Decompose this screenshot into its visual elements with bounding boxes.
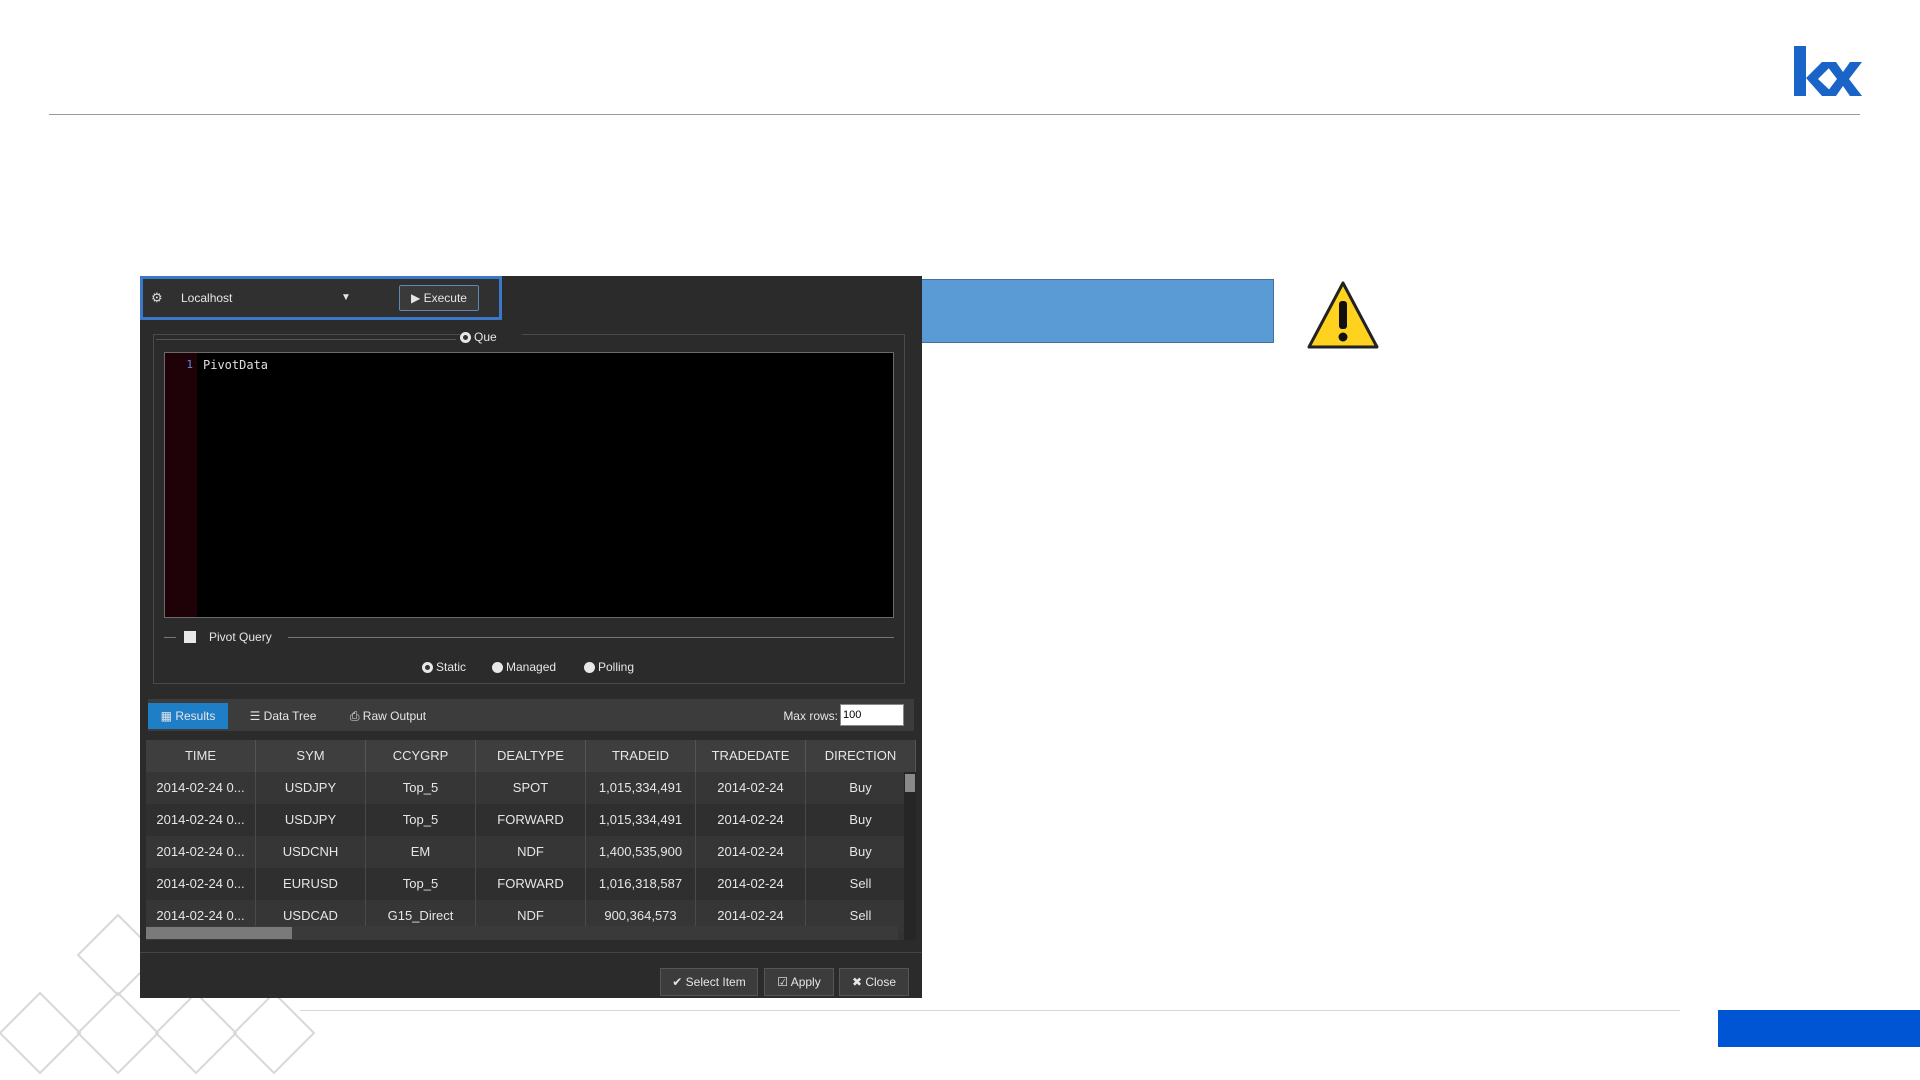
vertical-scrollbar[interactable]	[904, 772, 916, 940]
tab-raw-output[interactable]: ⎙ Raw Output	[338, 703, 438, 729]
editor-gutter: 1	[165, 353, 197, 617]
footer-divider	[300, 1010, 1680, 1011]
results-grid: TIME SYM CCYGRP DEALTYPE TRADEID TRADEDATE DIR…	[146, 740, 916, 940]
vertical-scroll-thumb[interactable]	[905, 774, 915, 792]
mode-polling-label: Polling	[598, 660, 635, 674]
connection-toolbar: ⚙ Localhost ▼ ▶ Execute	[140, 276, 502, 320]
radio-icon	[460, 332, 471, 343]
column-header[interactable]: DIRECTION	[806, 740, 916, 772]
line-number: 1	[186, 358, 193, 371]
apply-button[interactable]: ☑ Apply	[764, 968, 834, 996]
table-cell[interactable]: 2014-02-24 0...	[146, 772, 256, 804]
table-cell[interactable]: 1,016,318,587	[586, 868, 696, 900]
query-panel-rule	[156, 339, 456, 340]
table-cell[interactable]: Top_5	[366, 868, 476, 900]
code-line[interactable]: PivotData	[203, 358, 803, 372]
radio-icon	[492, 662, 503, 673]
query-radio-label: Que	[474, 330, 497, 344]
table-cell[interactable]: USDCNH	[256, 836, 366, 868]
table-cell[interactable]: Sell	[806, 868, 916, 900]
close-button[interactable]: ✖ Close	[839, 968, 909, 996]
result-tabs-bar: ▦ Results ☰ Data Tree ⎙ Raw Output Max r…	[148, 699, 914, 731]
table-cell[interactable]: 2014-02-24	[696, 836, 806, 868]
table-cell[interactable]: 1,015,334,491	[586, 804, 696, 836]
code-editor[interactable]: 1 PivotData	[164, 352, 894, 618]
table-cell[interactable]: FORWARD	[476, 868, 586, 900]
pivot-query-checkbox[interactable]	[184, 631, 196, 643]
table-cell[interactable]: USDJPY	[256, 804, 366, 836]
tab-results[interactable]: ▦ Results	[148, 703, 228, 729]
connection-icon: ⚙	[151, 290, 163, 305]
dialog-footer: ✔ Select Item ☑ Apply ✖ Close	[140, 952, 922, 998]
horizontal-scrollbar[interactable]	[146, 926, 898, 940]
table-cell[interactable]: NDF	[476, 836, 586, 868]
execute-button[interactable]: ▶ Execute	[399, 285, 479, 311]
table-cell[interactable]: 1,015,334,491	[586, 772, 696, 804]
table-cell[interactable]: 2014-02-24 0...	[146, 804, 256, 836]
table-cell[interactable]: FORWARD	[476, 804, 586, 836]
select-item-button[interactable]: ✔ Select Item	[660, 968, 758, 996]
mode-static-label: Static	[436, 660, 467, 674]
query-mode-radio[interactable]: Que	[460, 329, 522, 345]
kx-logo	[1794, 46, 1862, 96]
column-header[interactable]: TIME	[146, 740, 256, 772]
table-cell[interactable]: Top_5	[366, 804, 476, 836]
table-cell[interactable]: SPOT	[476, 772, 586, 804]
warning-icon	[1307, 281, 1379, 349]
pivot-rule-right	[288, 637, 894, 638]
query-dialog: ⚙ Localhost ▼ ▶ Execute Que 1 PivotData …	[140, 276, 922, 998]
tab-data-tree[interactable]: ☰ Data Tree	[238, 703, 328, 729]
max-rows-label: Max rows:	[783, 709, 838, 723]
pivot-query-label: Pivot Query	[209, 630, 272, 644]
radio-selected-icon	[422, 662, 433, 673]
table-cell[interactable]: Buy	[806, 836, 916, 868]
radio-icon	[584, 662, 595, 673]
table-cell[interactable]: EM	[366, 836, 476, 868]
chevron-down-icon[interactable]: ▼	[331, 289, 361, 307]
pivot-query-row: Pivot Query	[164, 628, 894, 646]
column-header[interactable]: DEALTYPE	[476, 740, 586, 772]
table-cell[interactable]: 2014-02-24 0...	[146, 836, 256, 868]
mode-polling-radio[interactable]: Polling	[584, 659, 654, 675]
table-cell[interactable]: 1,400,535,900	[586, 836, 696, 868]
mode-managed-radio[interactable]: Managed	[492, 659, 572, 675]
column-header[interactable]: TRADEDATE	[696, 740, 806, 772]
header-divider	[49, 114, 1860, 115]
pivot-rule-left	[164, 637, 176, 638]
table-cell[interactable]: 2014-02-24	[696, 804, 806, 836]
table-cell[interactable]: USDJPY	[256, 772, 366, 804]
max-rows-input[interactable]	[840, 704, 904, 726]
column-header[interactable]: SYM	[256, 740, 366, 772]
table-cell[interactable]: 2014-02-24 0...	[146, 868, 256, 900]
table-cell[interactable]: Buy	[806, 804, 916, 836]
table-cell[interactable]: Top_5	[366, 772, 476, 804]
column-header[interactable]: CCYGRP	[366, 740, 476, 772]
table-cell[interactable]: 2014-02-24	[696, 868, 806, 900]
table-cell[interactable]: 2014-02-24	[696, 772, 806, 804]
table-cell[interactable]: EURUSD	[256, 868, 366, 900]
column-header[interactable]: TRADEID	[586, 740, 696, 772]
horizontal-scroll-thumb[interactable]	[146, 927, 292, 939]
footer-accent-bar	[1718, 1010, 1920, 1047]
mode-managed-label: Managed	[506, 660, 557, 674]
mode-static-radio[interactable]: Static	[422, 659, 482, 675]
connection-select[interactable]: Localhost	[181, 289, 331, 307]
table-cell[interactable]: Buy	[806, 772, 916, 804]
